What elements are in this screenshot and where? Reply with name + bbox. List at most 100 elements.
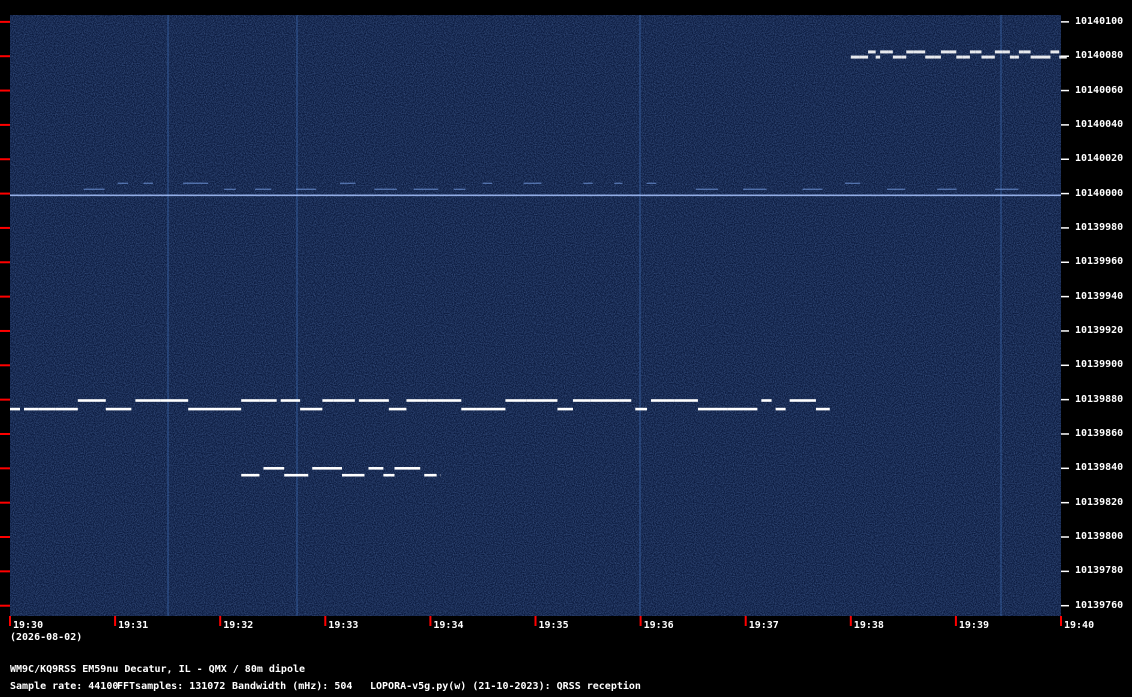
- fsk-element: [188, 407, 219, 411]
- x-tick-label: 19:38: [853, 620, 884, 631]
- fsk-element: [940, 50, 950, 54]
- fsk-element: [38, 407, 56, 411]
- fsk-element: [1002, 50, 1010, 54]
- fsk-element: [850, 55, 860, 59]
- fsk-element: [333, 399, 355, 402]
- fsk-element: [406, 399, 428, 402]
- x-tick-label: 19:37: [748, 620, 779, 631]
- bandwidth-label: Bandwidth (mHz): 504: [232, 681, 353, 692]
- y-tick-label: 10139880: [1075, 393, 1124, 405]
- fsk-element: [427, 399, 444, 402]
- x-tick-label: 19:33: [328, 620, 359, 631]
- y-tick-label: 10139900: [1075, 359, 1124, 371]
- fsk-element: [1041, 55, 1051, 59]
- date-label: (2026-08-02): [10, 632, 83, 643]
- fsk-element: [1050, 50, 1060, 54]
- x-tick-label: 19:34: [433, 620, 464, 631]
- fsk-element: [505, 399, 527, 402]
- x-tick-label: 19:31: [118, 620, 149, 631]
- y-tick-label: 10140100: [1075, 15, 1124, 27]
- station-title: WM9C/KQ9RSS EM59nu Decatur, IL - QMX / 8…: [10, 664, 306, 675]
- fsk-element: [761, 399, 772, 402]
- fsk-element: [590, 399, 620, 402]
- fsk-element: [880, 50, 889, 54]
- y-tick-label: 10140000: [1075, 187, 1124, 199]
- fsk-element: [263, 467, 285, 470]
- fsk-element: [934, 55, 941, 59]
- waterfall-spectrogram: [0, 0, 1132, 697]
- x-tick-label: 19:40: [1064, 620, 1095, 631]
- fsk-element: [994, 50, 1003, 54]
- fsk-element: [975, 50, 982, 54]
- x-tick-label: 19:35: [538, 620, 569, 631]
- fsk-element: [358, 399, 389, 402]
- y-tick-label: 10139760: [1075, 599, 1124, 611]
- y-tick-label: 10139800: [1075, 531, 1124, 542]
- fsk-element: [875, 55, 881, 59]
- fsk-element: [160, 399, 189, 402]
- x-tick-label: 19:30: [13, 620, 44, 631]
- y-tick-label: 10139960: [1075, 256, 1124, 268]
- y-tick-label: 10139920: [1075, 324, 1124, 336]
- fsk-element: [635, 407, 647, 411]
- y-tick-label: 10139780: [1075, 565, 1124, 577]
- fsk-element: [1014, 55, 1019, 59]
- fsk-element: [1009, 55, 1015, 59]
- fsk-element: [526, 399, 558, 402]
- fsk-element: [913, 50, 922, 54]
- fsk-element: [241, 473, 260, 477]
- fsk-element: [789, 399, 816, 402]
- x-tick-label: 19:39: [958, 620, 989, 631]
- fsk-element: [868, 50, 876, 54]
- fsk-element: [949, 50, 957, 54]
- fsk-element: [981, 55, 989, 59]
- fsk-element: [572, 399, 591, 402]
- fsk-element: [476, 407, 506, 411]
- fsk-element: [619, 399, 632, 402]
- fsk-element: [892, 55, 902, 59]
- fsk-element: [1034, 55, 1042, 59]
- fsk-element: [55, 407, 78, 411]
- fsk-element: [342, 473, 365, 477]
- fsk-element: [1023, 50, 1031, 54]
- fsk-element: [394, 467, 421, 470]
- fsk-element: [105, 407, 132, 411]
- y-tick-label: 10140080: [1075, 50, 1124, 62]
- fsk-element: [962, 55, 970, 59]
- y-tick-label: 10139840: [1075, 462, 1124, 474]
- fsk-element: [280, 399, 301, 402]
- fsk-element: [312, 467, 343, 470]
- fsk-element: [322, 399, 334, 402]
- y-tick-label: 10139860: [1075, 427, 1124, 439]
- fsk-element: [443, 399, 462, 402]
- software-label: LOPORA-v5g.py(w) (21-10-2023): QRSS rece…: [370, 681, 641, 692]
- fsk-element: [24, 407, 39, 411]
- fsk-element: [300, 407, 323, 411]
- fsk-element: [284, 473, 309, 477]
- y-tick-label: 10139940: [1075, 290, 1124, 302]
- y-tick-label: 10139820: [1075, 496, 1124, 508]
- fsk-element: [921, 50, 926, 54]
- fsk-element: [956, 55, 963, 59]
- y-tick-label: 10140060: [1075, 84, 1124, 96]
- fsk-element: [1018, 50, 1024, 54]
- fsk-element: [557, 407, 573, 411]
- fsk-element: [424, 473, 437, 477]
- fsk-element: [388, 407, 407, 411]
- x-tick-label: 19:32: [223, 620, 254, 631]
- fsk-element: [925, 55, 935, 59]
- fft-samples-label: FFTsamples: 131072: [117, 681, 226, 692]
- x-tick-label: 19:36: [643, 620, 674, 631]
- fsk-element: [135, 399, 161, 402]
- fsk-element: [775, 407, 786, 411]
- y-tick-label: 10139980: [1075, 221, 1124, 233]
- fsk-element: [815, 407, 830, 411]
- fsk-element: [10, 407, 21, 411]
- fsk-element: [241, 399, 260, 402]
- fsk-element: [461, 407, 477, 411]
- fsk-element: [1030, 55, 1035, 59]
- fsk-element: [259, 399, 277, 402]
- fsk-element: [888, 50, 893, 54]
- fsk-element: [368, 467, 384, 470]
- fsk-element: [218, 407, 242, 411]
